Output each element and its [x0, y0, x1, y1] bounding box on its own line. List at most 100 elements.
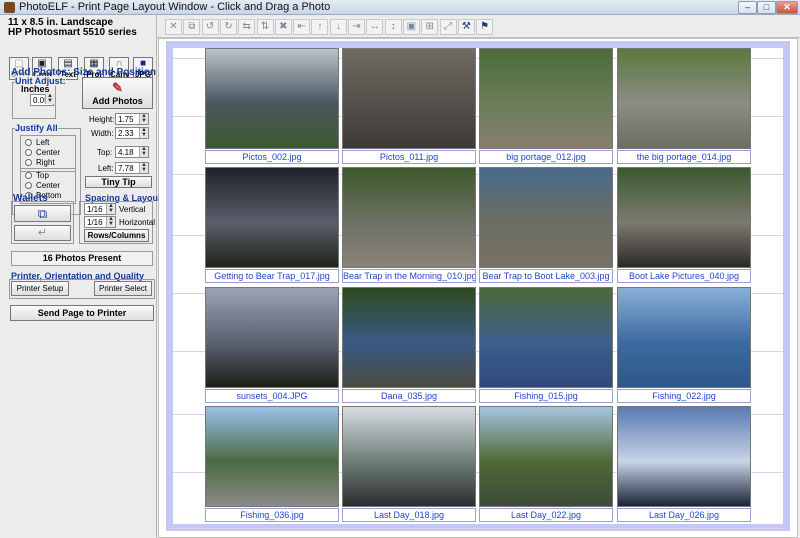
justify-title: Justify All — [15, 123, 58, 133]
photo-item[interactable]: sunsets_004.JPG — [205, 287, 339, 405]
photo-thumbnail[interactable] — [479, 48, 613, 149]
send-to-printer-button[interactable]: Send Page to Printer — [10, 305, 154, 321]
expand-icon[interactable]: ⤢ — [439, 19, 457, 35]
photo-caption: Pictos_011.jpg — [342, 150, 476, 164]
rotate-icon[interactable]: ↻ — [219, 19, 237, 35]
space-vertical-icon[interactable]: ↕ — [384, 19, 402, 35]
control-panel: 11 x 8.5 in. Landscape HP Photosmart 551… — [0, 15, 161, 538]
photo-caption: Last Day_018.jpg — [342, 508, 476, 522]
radio-circle-icon — [25, 139, 32, 146]
photo-item[interactable]: Boot Lake Pictures_040.jpg — [617, 167, 751, 285]
photos-present-status: 16 Photos Present — [11, 251, 153, 266]
photo-item[interactable]: Fishing_022.jpg — [617, 287, 751, 405]
photo-thumbnail[interactable] — [342, 287, 476, 388]
photo-thumbnail[interactable] — [342, 48, 476, 149]
delete-icon[interactable]: ✕ — [165, 19, 182, 35]
undo-icon[interactable]: ↺ — [201, 19, 219, 35]
spinner-arrows-icon[interactable]: ▲ ▼ — [139, 113, 148, 124]
tools-icon[interactable]: ⚒ — [457, 19, 475, 35]
justify-left-radio[interactable]: Left — [25, 138, 49, 147]
photo-thumbnail[interactable] — [342, 406, 476, 507]
align-top-edge-icon[interactable]: ⇤ — [293, 19, 311, 35]
spinner-arrows-icon[interactable]: ▲ ▼ — [139, 146, 148, 157]
spinner-arrows-icon: ▲ ▼ — [45, 93, 54, 104]
photo-item[interactable]: Bear Trap to Boot Lake_003.jpg — [479, 167, 613, 285]
photo-thumbnail[interactable] — [479, 287, 613, 388]
layout-toolbar: ✕ ⧉ ↺ ↻ ⇆ ⇅ ✖ ⇤ ↑ ↓ ⇥ ↔ ↕ ▣ ⊞ ⤢ ⚒ ⚑ — [157, 15, 800, 38]
printer-setup-button[interactable]: Printer Setup — [11, 281, 69, 296]
horizontal-spacing-input[interactable]: 1/16 ▲ ▼ — [84, 216, 116, 228]
width-label: Width: — [91, 129, 114, 138]
justify-vcenter-radio[interactable]: Center — [25, 181, 60, 190]
justify-top-radio[interactable]: Top — [25, 171, 49, 180]
flip-horizontal-icon[interactable]: ⇆ — [238, 19, 256, 35]
photo-item[interactable]: big portage_012.jpg — [479, 48, 613, 166]
photo-thumbnail[interactable] — [617, 48, 751, 149]
left-input[interactable]: 7.78 ▲ ▼ — [115, 162, 149, 174]
width-input[interactable]: 2.33 ▲ ▼ — [115, 127, 149, 139]
photo-thumbnail[interactable] — [617, 287, 751, 388]
photo-item[interactable]: Bear Trap in the Morning_010.jpg — [342, 167, 476, 285]
space-horizontal-icon[interactable]: ↔ — [366, 19, 384, 35]
copy-icon[interactable]: ⧉ — [183, 19, 201, 35]
spinner-arrows-icon[interactable]: ▲ ▼ — [139, 127, 148, 138]
photo-caption: big portage_012.jpg — [479, 150, 613, 164]
photo-thumbnail[interactable] — [342, 167, 476, 268]
photo-item[interactable]: Getting to Bear Trap_017.jpg — [205, 167, 339, 285]
maximize-button[interactable]: □ — [757, 1, 776, 14]
wallets-icon: ⧉ — [37, 206, 48, 221]
justify-right-radio[interactable]: Right — [25, 158, 55, 167]
grid-icon[interactable]: ⊞ — [421, 19, 439, 35]
photo-caption: Fishing_022.jpg — [617, 389, 751, 403]
exit-icon[interactable]: ⚑ — [476, 19, 494, 35]
photo-caption: Pictos_002.jpg — [205, 150, 339, 164]
align-down-icon[interactable]: ↓ — [329, 19, 347, 35]
photo-thumbnail[interactable] — [479, 167, 613, 268]
photo-item[interactable]: Last Day_022.jpg — [479, 406, 613, 524]
spinner-arrows-icon[interactable]: ▲ ▼ — [106, 203, 115, 214]
add-photos-button[interactable]: ✎ Add Photos — [82, 77, 153, 109]
fit-page-icon[interactable]: ▣ — [402, 19, 420, 35]
height-input[interactable]: 1.75 ▲ ▼ — [115, 113, 149, 125]
align-up-icon[interactable]: ↑ — [311, 19, 329, 35]
printer-select-button[interactable]: Printer Select — [94, 281, 152, 296]
align-right-edge-icon[interactable]: ⇥ — [348, 19, 365, 35]
undo-arrow-icon: ↵ — [37, 227, 48, 239]
photo-item[interactable]: Last Day_018.jpg — [342, 406, 476, 524]
horizontal-spacing-label: Horizontal — [119, 218, 156, 227]
photo-caption: sunsets_004.JPG — [205, 389, 339, 403]
spinner-arrows-icon[interactable]: ▲ ▼ — [106, 216, 115, 227]
photo-item[interactable]: Pictos_011.jpg — [342, 48, 476, 166]
shuffle-icon[interactable]: ✖ — [274, 19, 292, 35]
close-button[interactable]: ✕ — [776, 1, 798, 14]
justify-center-radio[interactable]: Center — [25, 148, 60, 157]
top-input[interactable]: 4.18 ▲ ▼ — [115, 146, 149, 158]
radio-circle-icon — [25, 182, 32, 189]
unit-step-arrows[interactable]: ▲ ▼ — [30, 93, 54, 106]
photo-thumbnail[interactable] — [205, 406, 339, 507]
photo-item[interactable]: Fishing_015.jpg — [479, 287, 613, 405]
wallets-undo-button[interactable]: ↵ — [14, 225, 71, 241]
photo-thumbnail[interactable] — [617, 167, 751, 268]
print-page[interactable]: Pictos_002.jpg Pictos_011.jpg big portage_… — [166, 41, 790, 531]
photo-thumbnail[interactable] — [205, 167, 339, 268]
vertical-spacing-input[interactable]: 1/16 ▲ ▼ — [84, 203, 116, 215]
photo-thumbnail[interactable] — [479, 406, 613, 507]
flip-vertical-icon[interactable]: ⇅ — [256, 19, 274, 35]
photo-item[interactable]: Dana_035.jpg — [342, 287, 476, 405]
spinner-arrows-icon[interactable]: ▲ ▼ — [139, 162, 148, 173]
photo-thumbnail[interactable] — [205, 48, 339, 149]
photo-caption: Fishing_015.jpg — [479, 389, 613, 403]
photo-item[interactable]: Pictos_002.jpg — [205, 48, 339, 166]
rows-columns-button[interactable]: Rows/Columns — [84, 229, 149, 242]
photo-thumbnail[interactable] — [617, 406, 751, 507]
wallets-button[interactable]: ⧉ — [14, 205, 71, 222]
photo-item[interactable]: Last Day_026.jpg — [617, 406, 751, 524]
printer-name-label: HP Photosmart 5510 series — [8, 27, 137, 38]
photo-item[interactable]: Fishing_036.jpg — [205, 406, 339, 524]
minimize-button[interactable]: – — [738, 1, 757, 14]
photo-item[interactable]: the big portage_014.jpg — [617, 48, 751, 166]
photo-thumbnail[interactable] — [205, 287, 339, 388]
photo-caption: Fishing_036.jpg — [205, 508, 339, 522]
tiny-tip-button[interactable]: Tiny Tip — [85, 176, 152, 188]
